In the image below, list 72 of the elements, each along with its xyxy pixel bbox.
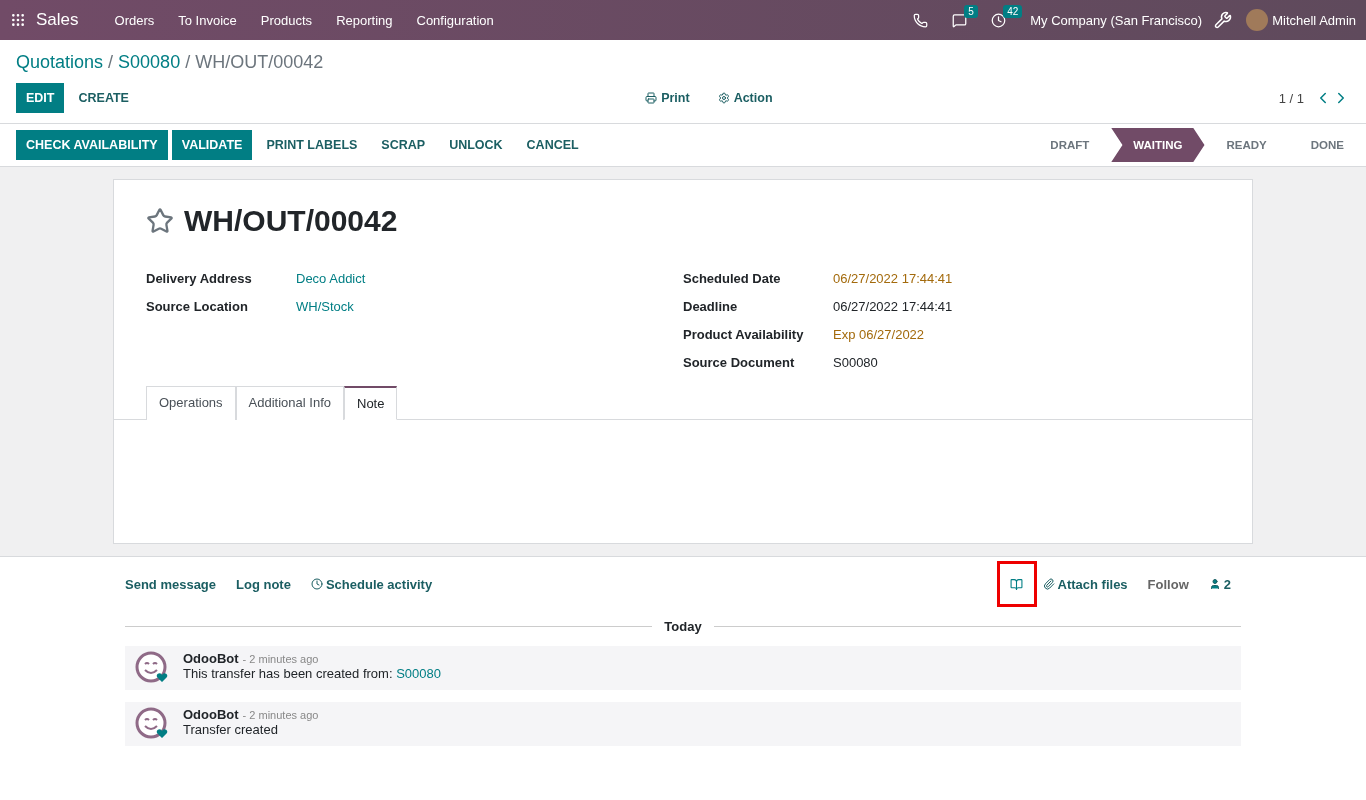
attach-files-link[interactable]: Attach files [1042, 576, 1128, 592]
status-button[interactable]: VALIDATE [171, 130, 253, 160]
message-body: Transfer created [183, 722, 278, 737]
app-name[interactable]: Sales [26, 10, 103, 30]
message-time: - 2 minutes ago [242, 653, 319, 665]
followers-button[interactable]: 2 [1208, 576, 1231, 592]
status-button[interactable]: CANCEL [516, 130, 589, 160]
action-menu[interactable]: Print [635, 83, 700, 113]
field-label: Scheduled Date [683, 270, 782, 286]
status-button[interactable]: CHECK AVAILABILITY [16, 130, 168, 160]
create-button[interactable]: CREATE [68, 83, 139, 113]
menu-item[interactable]: Configuration [404, 12, 506, 28]
chatter-action[interactable]: Log note [236, 576, 291, 592]
field-value: Exp 06/27/2022 [833, 326, 926, 342]
field-value: 06/27/2022 17:44:41 [833, 298, 954, 314]
clock-icon[interactable] [991, 12, 1007, 28]
menu-item[interactable]: Orders [102, 12, 167, 28]
record-link[interactable]: S00080 [396, 666, 441, 681]
menu-item[interactable]: To Invoice [166, 12, 249, 28]
date-separator: Today [664, 619, 702, 634]
person-icon [1208, 578, 1221, 590]
status-button[interactable]: PRINT LABELS [256, 130, 368, 160]
follow-link[interactable]: Follow [1147, 576, 1189, 592]
message-author: OdooBot [183, 707, 239, 722]
breadcrumb-separator: / [108, 52, 114, 73]
apps-menu-icon[interactable] [10, 12, 26, 28]
message-count: 5 [964, 4, 978, 18]
menu-item[interactable]: Reporting [324, 12, 405, 28]
message-author: OdooBot [183, 651, 239, 666]
phone-icon[interactable] [913, 12, 929, 28]
book-button[interactable] [996, 561, 1037, 607]
tab[interactable]: Additional Info [235, 386, 344, 420]
field-value: S00080 [833, 354, 879, 370]
star-icon[interactable] [146, 207, 174, 235]
record-title: WH/OUT/00042 [184, 204, 398, 238]
chatter-action[interactable]: Schedule activity [310, 576, 433, 592]
chat-icon[interactable] [952, 12, 968, 28]
message-body: This transfer has been created from: [183, 666, 393, 681]
breadcrumb[interactable]: Quotations [16, 52, 104, 73]
chatter-action[interactable]: Send message [125, 576, 217, 592]
pager-value: 1 / 1 [1278, 90, 1304, 106]
message-time: - 2 minutes ago [242, 709, 319, 721]
field-label: Product Availability [683, 326, 805, 342]
bot-avatar-icon [135, 707, 169, 741]
clock-icon [310, 578, 323, 590]
gear-icon [717, 92, 730, 104]
breadcrumb[interactable]: S00080 [118, 52, 181, 73]
stage-step[interactable]: WAITING [1111, 128, 1205, 162]
bot-avatar-icon [135, 651, 169, 685]
activity-count: 42 [1003, 4, 1023, 18]
status-button[interactable]: UNLOCK [439, 130, 513, 160]
field-label: Source Document [683, 354, 796, 370]
field-value[interactable]: WH/Stock [296, 298, 683, 314]
current-page-title: WH/OUT/00042 [195, 52, 324, 73]
user-menu[interactable]: Mitchell Admin [1272, 12, 1356, 28]
field-value: 06/27/2022 17:44:41 [833, 270, 954, 286]
print-icon [645, 92, 658, 104]
action-menu[interactable]: Action [707, 83, 783, 113]
field-label: Source Location [146, 298, 249, 314]
menu-item[interactable]: Products [248, 12, 325, 28]
field-label: Deadline [683, 298, 739, 314]
field-label: Delivery Address [146, 270, 253, 286]
tools-icon[interactable] [1214, 11, 1233, 29]
breadcrumb-separator: / [185, 52, 191, 73]
user-avatar [1246, 9, 1269, 31]
tab[interactable]: Operations [146, 386, 236, 420]
field-value[interactable]: Deco Addict [296, 270, 683, 286]
book-icon [1010, 577, 1023, 591]
edit-button[interactable]: EDIT [16, 83, 65, 113]
tab[interactable]: Note [344, 386, 398, 420]
status-button[interactable]: SCRAP [371, 130, 436, 160]
paperclip-icon [1042, 578, 1055, 590]
